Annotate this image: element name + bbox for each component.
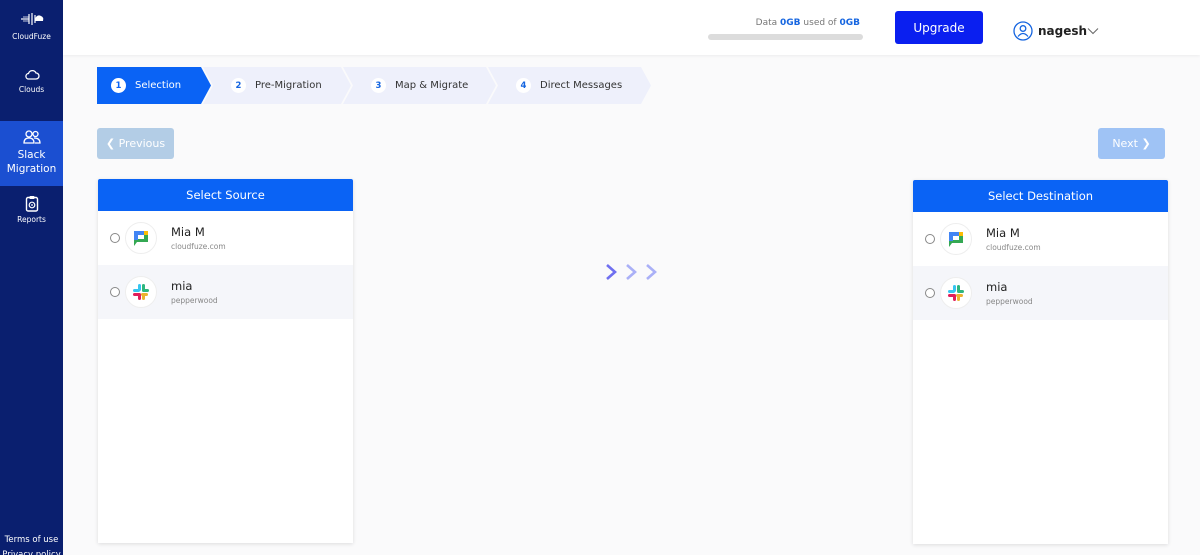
username: nagesh	[1038, 24, 1088, 38]
previous-label: Previous	[118, 137, 166, 150]
slack-icon	[940, 277, 972, 309]
sidebar: CloudFuze Clouds Slack Migration Reports…	[0, 0, 63, 555]
step-pre-migration[interactable]: 2 Pre-Migration	[203, 67, 351, 104]
user-avatar-icon	[1013, 21, 1033, 41]
step-direct-messages[interactable]: 4 Direct Messages	[488, 67, 651, 104]
account-name: mia	[986, 280, 1008, 294]
radio-button[interactable]	[110, 287, 120, 297]
destination-account-slack[interactable]: mia pepperwood	[913, 266, 1168, 320]
radio-button[interactable]	[925, 234, 935, 244]
step-number: 3	[371, 78, 386, 93]
sidebar-item-reports[interactable]: Reports	[0, 195, 63, 224]
brand-logo[interactable]: CloudFuze	[0, 10, 63, 41]
source-panel-title: Select Source	[98, 179, 353, 211]
radio-button[interactable]	[110, 233, 120, 243]
sidebar-item-label: Clouds	[18, 85, 45, 94]
step-label: Pre-Migration	[255, 80, 322, 91]
account-name: Mia M	[986, 226, 1020, 240]
chevron-right-icon	[606, 264, 617, 280]
account-domain: cloudfuze.com	[986, 243, 1041, 252]
usage-text: Data 0GB used of 0GB	[708, 18, 863, 28]
cloud-icon	[24, 69, 40, 80]
clipboard-icon	[25, 196, 38, 212]
google-chat-icon	[125, 222, 157, 254]
usage-middle: used of	[803, 18, 837, 28]
step-selection[interactable]: 1 Selection	[97, 67, 211, 104]
users-icon	[22, 130, 41, 144]
privacy-policy-link[interactable]: Privacy policy	[0, 550, 63, 555]
destination-account-google-chat[interactable]: Mia M cloudfuze.com	[913, 212, 1168, 266]
step-number: 1	[111, 78, 126, 93]
cloudfuze-logo-icon	[20, 13, 43, 25]
slack-icon	[125, 276, 157, 308]
account-name: Mia M	[171, 225, 205, 239]
usage-total: 0GB	[839, 18, 860, 28]
source-panel: Select Source Mia M cloudfuze.com mia pe…	[98, 179, 353, 543]
account-name: mia	[171, 279, 193, 293]
destination-panel-title: Select Destination	[913, 180, 1168, 212]
chevron-left-icon: ❮	[105, 137, 116, 150]
radio-button[interactable]	[925, 288, 935, 298]
step-number: 2	[231, 78, 246, 93]
chevron-down-icon	[1087, 28, 1099, 35]
step-label: Direct Messages	[540, 80, 623, 91]
account-domain: pepperwood	[986, 297, 1033, 306]
upgrade-button[interactable]: Upgrade	[895, 11, 983, 44]
usage-used: 0GB	[780, 18, 801, 28]
chevron-right-icon	[626, 264, 637, 280]
terms-of-use-link[interactable]: Terms of use	[0, 535, 63, 545]
source-account-google-chat[interactable]: Mia M cloudfuze.com	[98, 211, 353, 265]
destination-panel: Select Destination Mia M cloudfuze.com m…	[913, 180, 1168, 544]
sidebar-item-label: Slack Migration	[6, 149, 57, 175]
chevron-right-icon	[646, 264, 657, 280]
top-bar: Data 0GB used of 0GB Upgrade nagesh	[63, 0, 1200, 55]
account-domain: cloudfuze.com	[171, 242, 226, 251]
direction-arrows	[604, 262, 658, 282]
sidebar-item-slack-migration[interactable]: Slack Migration	[0, 121, 63, 186]
next-button[interactable]: Next ❯	[1098, 128, 1165, 159]
sidebar-item-clouds[interactable]: Clouds	[0, 68, 63, 94]
chevron-right-icon: ❯	[1141, 137, 1151, 150]
sidebar-item-label: Reports	[17, 215, 46, 224]
usage-prefix: Data	[755, 18, 778, 28]
migration-stepper: 1 Selection 2 Pre-Migration 3 Map & Migr…	[97, 67, 643, 104]
brand-label: CloudFuze	[12, 32, 51, 41]
user-menu[interactable]: nagesh	[1013, 21, 1099, 41]
previous-button[interactable]: ❮ Previous	[97, 128, 174, 159]
step-label: Map & Migrate	[395, 80, 469, 91]
usage-progress-bar	[708, 34, 863, 40]
storage-usage: Data 0GB used of 0GB	[708, 18, 863, 40]
step-number: 4	[516, 78, 531, 93]
next-label: Next	[1112, 137, 1138, 150]
step-label: Selection	[135, 80, 182, 91]
google-chat-icon	[940, 223, 972, 255]
source-account-slack[interactable]: mia pepperwood	[98, 265, 353, 319]
step-map-migrate[interactable]: 3 Map & Migrate	[343, 67, 496, 104]
account-domain: pepperwood	[171, 296, 218, 305]
